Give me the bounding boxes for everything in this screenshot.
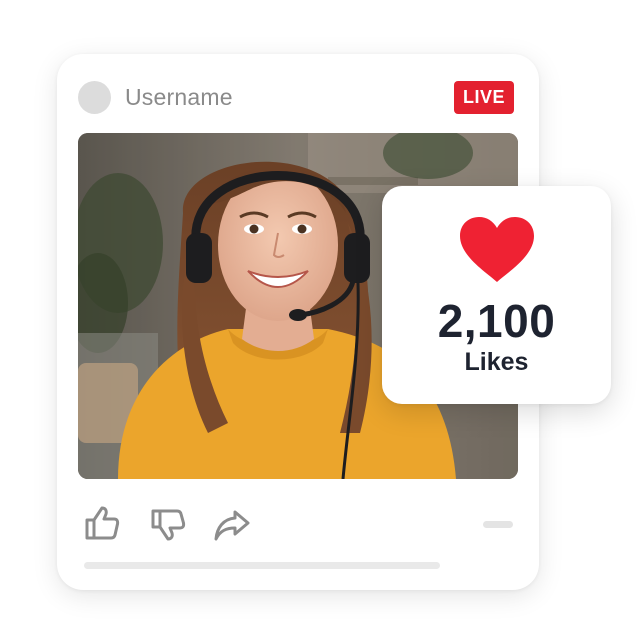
post-actions (83, 504, 513, 544)
thumbs-down-icon[interactable] (149, 507, 187, 545)
progress-track (84, 562, 440, 569)
likes-card: 2,100 Likes (382, 186, 611, 404)
more-indicator[interactable] (483, 521, 513, 528)
heart-icon[interactable] (458, 216, 536, 284)
post-header: Username LIVE (78, 79, 514, 115)
live-badge: LIVE (453, 80, 514, 114)
likes-count: 2,100 (437, 295, 556, 347)
avatar[interactable] (78, 80, 111, 114)
stage: Username LIVE 2,100 Likes (0, 0, 640, 640)
thumbs-up-icon[interactable] (83, 504, 121, 542)
share-arrow-icon[interactable] (213, 507, 251, 545)
likes-label: Likes (464, 348, 529, 376)
username[interactable]: Username (125, 84, 233, 111)
